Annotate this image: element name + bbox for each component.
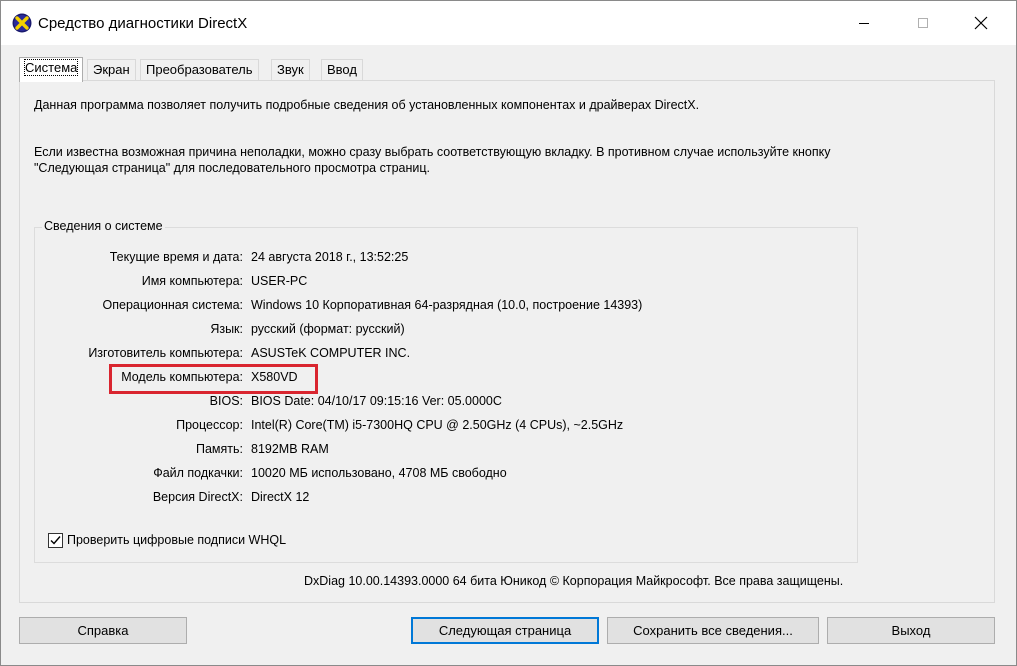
minimize-button[interactable] xyxy=(836,1,892,45)
title-bar: Средство диагностики DirectX xyxy=(1,1,1016,45)
exit-button[interactable]: Выход xyxy=(827,617,995,644)
info-value: 8192MB RAM xyxy=(251,442,329,456)
next-page-button-label: Следующая страница xyxy=(438,623,572,638)
info-label: Операционная система: xyxy=(102,298,243,312)
info-label: Модель компьютера: xyxy=(121,370,243,384)
info-value: DirectX 12 xyxy=(251,490,310,504)
info-label: Версия DirectX: xyxy=(152,490,243,504)
tab-render[interactable]: Преобразователь xyxy=(140,59,259,81)
info-value: Windows 10 Корпоративная 64-разрядная (1… xyxy=(251,298,643,312)
info-label: Имя компьютера: xyxy=(141,274,243,288)
minimize-icon xyxy=(859,23,869,24)
directx-icon xyxy=(12,13,32,33)
info-label: Язык: xyxy=(210,322,243,336)
whql-checkbox-label: Проверить цифровые подписи WHQL xyxy=(67,533,287,547)
checkbox-box[interactable] xyxy=(48,533,63,548)
tab-input-label: Ввод xyxy=(327,62,357,77)
tab-render-label: Преобразователь xyxy=(146,62,253,77)
info-value: BIOS Date: 04/10/17 09:15:16 Ver: 05.000… xyxy=(251,394,502,408)
info-label: Текущие время и дата: xyxy=(109,250,243,264)
help-button[interactable]: Справка xyxy=(19,617,187,644)
save-all-info-button[interactable]: Сохранить все сведения... xyxy=(607,617,819,644)
info-value: 24 августа 2018 г., 13:52:25 xyxy=(251,250,409,264)
tab-system-label: Система xyxy=(23,59,79,76)
tab-sound[interactable]: Звук xyxy=(271,59,310,81)
tab-input[interactable]: Ввод xyxy=(321,59,363,81)
maximize-icon xyxy=(918,18,928,28)
help-button-label: Справка xyxy=(77,623,129,638)
maximize-button[interactable] xyxy=(895,1,951,45)
info-value: 10020 МБ использовано, 4708 МБ свободно xyxy=(251,466,507,480)
info-value: USER-PC xyxy=(251,274,308,288)
close-button[interactable] xyxy=(953,1,1009,45)
version-copyright-text: DxDiag 10.00.14393.0000 64 бита Юникод ©… xyxy=(304,574,844,588)
system-tab-panel: Данная программа позволяет получить подр… xyxy=(19,80,995,603)
window-title: Средство диагностики DirectX xyxy=(38,15,248,32)
intro-text: Данная программа позволяет получить подр… xyxy=(34,98,700,112)
next-page-button[interactable]: Следующая страница xyxy=(411,617,599,644)
intro-hint-text: Если известна возможная причина неполадк… xyxy=(34,145,831,175)
exit-button-label: Выход xyxy=(891,623,931,638)
tab-display[interactable]: Экран xyxy=(87,59,136,81)
group-title: Сведения о системе xyxy=(42,219,165,233)
tab-sound-label: Звук xyxy=(277,62,304,77)
info-label: Файл подкачки: xyxy=(153,466,243,480)
info-label: Изготовитель компьютера: xyxy=(88,346,243,360)
save-all-info-button-label: Сохранить все сведения... xyxy=(633,623,793,638)
info-label: BIOS: xyxy=(209,394,243,408)
close-icon xyxy=(974,16,988,30)
checkmark-icon xyxy=(50,536,61,545)
info-label: Процессор: xyxy=(176,418,243,432)
info-value: Intel(R) Core(TM) i5-7300HQ CPU @ 2.50GH… xyxy=(251,418,624,432)
system-info-group: Сведения о системе Текущие время и дата:… xyxy=(34,219,858,563)
dxdiag-window: Средство диагностики DirectX Система Экр… xyxy=(0,0,1017,666)
tab-display-label: Экран xyxy=(93,62,130,77)
info-value: русский (формат: русский) xyxy=(251,322,405,336)
tab-system[interactable]: Система xyxy=(19,57,84,82)
info-value: ASUSTeK COMPUTER INC. xyxy=(251,346,411,360)
info-label: Память: xyxy=(195,442,243,456)
info-value: X580VD xyxy=(251,370,298,384)
